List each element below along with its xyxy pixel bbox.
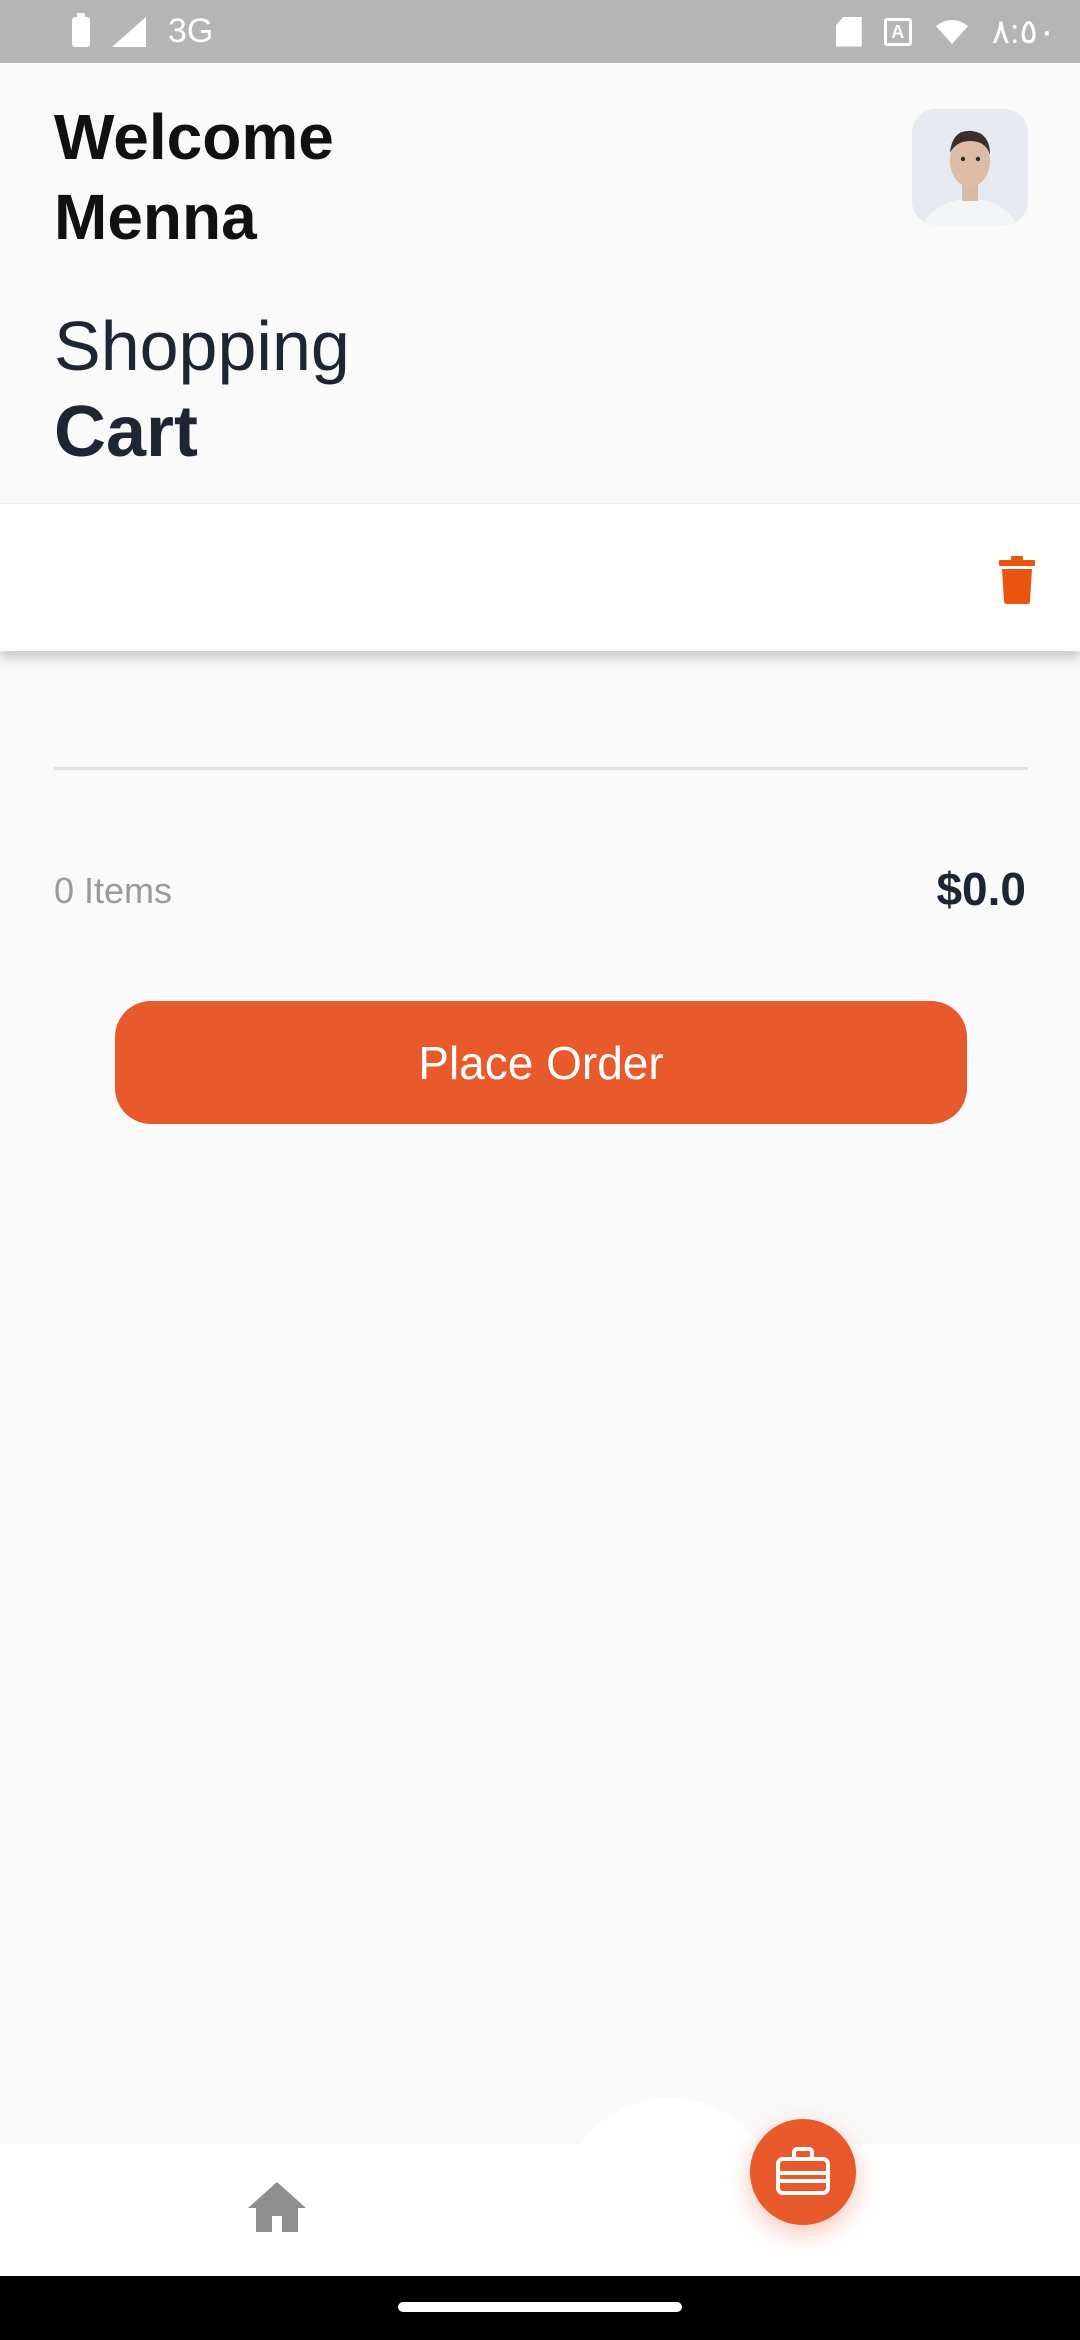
trash-icon — [999, 556, 1035, 604]
user-name: Menna — [54, 181, 257, 253]
sd-card-icon — [835, 16, 862, 47]
avatar[interactable] — [912, 109, 1028, 225]
avatar-image — [912, 109, 1028, 225]
page-title-light: Shopping — [54, 307, 350, 385]
gesture-handle[interactable] — [398, 2302, 682, 2312]
briefcase-icon — [776, 2147, 830, 2195]
cart-items-panel — [0, 503, 1080, 651]
home-icon — [248, 2182, 306, 2232]
network-label: 3G — [168, 12, 214, 50]
header: Welcome Menna Shopping Cart — [0, 63, 1080, 503]
nav-cart[interactable] — [750, 2119, 856, 2225]
place-order-button[interactable]: Place Order — [115, 1001, 967, 1124]
clock: ٨:٥٠ — [991, 12, 1056, 51]
nav-home[interactable] — [246, 2178, 308, 2234]
status-right: A ٨:٥٠ — [835, 12, 1056, 52]
status-left: 3G — [72, 12, 213, 51]
status-bar: 3G A ٨:٥٠ — [0, 0, 1080, 63]
bottom-nav — [0, 2144, 1080, 2276]
clear-cart-button[interactable] — [992, 552, 1042, 608]
items-count: 0 Items — [54, 870, 173, 911]
wifi-icon — [934, 18, 970, 46]
welcome-greeting: Welcome Menna — [54, 97, 334, 257]
total-price: $0.0 — [936, 863, 1026, 915]
divider — [54, 767, 1028, 770]
welcome-label: Welcome — [54, 101, 334, 173]
battery-icon — [72, 12, 90, 47]
signal-icon — [112, 16, 146, 47]
keyboard-a-icon: A — [883, 17, 912, 46]
page-title-bold: Cart — [54, 392, 199, 472]
